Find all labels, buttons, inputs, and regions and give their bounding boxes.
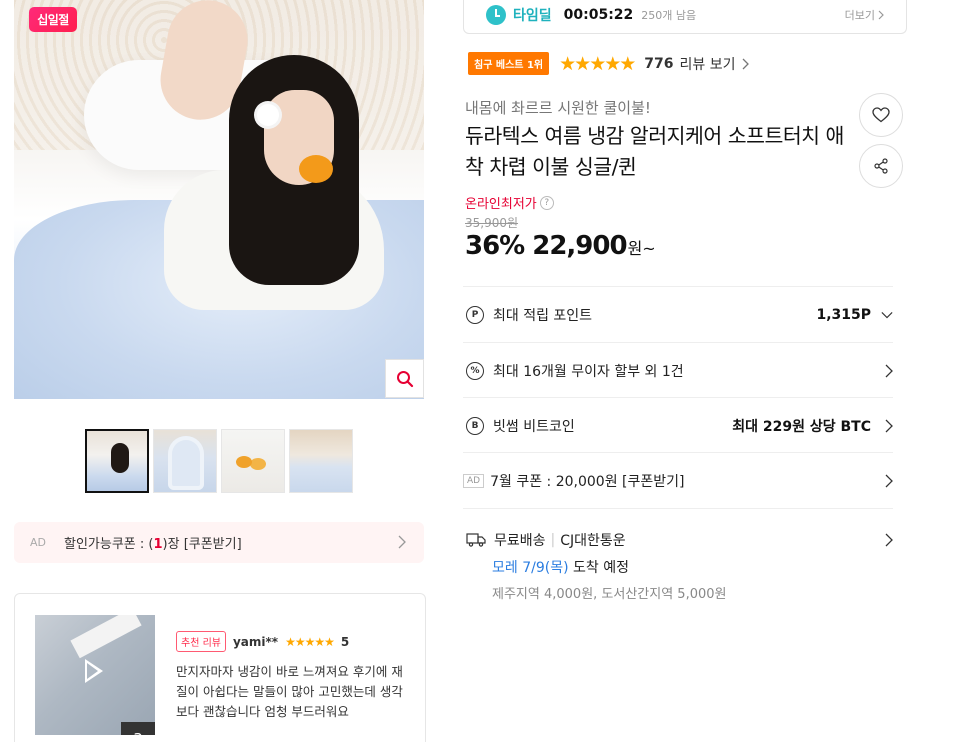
coupon-prefix: 할인가능쿠폰 : (	[64, 537, 154, 552]
percent-icon: %	[466, 361, 484, 380]
share-icon	[874, 158, 888, 174]
media-count: 3	[121, 722, 155, 735]
time-deal-more-link[interactable]: 더보기	[845, 7, 884, 23]
divider: |	[550, 532, 556, 548]
review-video-thumbnail[interactable]: 3	[35, 615, 155, 735]
review-stars: ★★★★★	[285, 634, 335, 649]
review-text: 만지자마자 냉감이 바로 느껴져요 후기에 재질이 아쉽다는 말들이 많아 고민…	[176, 664, 403, 719]
price-label-text: 온라인최저가	[465, 197, 537, 212]
price-unit: 원~	[627, 239, 656, 258]
free-shipping-label: 무료배송	[494, 533, 546, 549]
chevron-right-icon	[885, 364, 893, 377]
sale-event-badge: 십일절	[29, 7, 77, 32]
coupon-count: 1	[153, 537, 163, 552]
review-link-label: 리뷰 보기	[679, 56, 736, 73]
chevron-down-icon	[881, 312, 893, 319]
recommended-badge: 추천 리뷰	[176, 631, 226, 652]
chevron-right-icon	[885, 419, 893, 432]
wishlist-button[interactable]	[859, 93, 903, 137]
sale-price: 22,900	[532, 231, 627, 261]
review-count: 776	[644, 55, 674, 72]
points-value: 1,315P	[816, 307, 871, 323]
arrival-line: 모레 7/9(목) 도착 예정	[492, 557, 893, 577]
rating-row: 침구 베스트 1위 ★★★★★ 776 리뷰 보기	[468, 52, 749, 75]
time-deal-bar: 타임딜 00:05:22 250개 남음 더보기	[463, 0, 907, 34]
original-price: 35,900원	[465, 216, 519, 230]
monthly-coupon-label: 7월 쿠폰 : 20,000원 [쿠폰받기]	[490, 473, 685, 490]
bitcoin-label: 빗썸 비트코인	[493, 418, 575, 435]
flower-decor	[257, 104, 279, 126]
coupon-suffix: )장 [쿠폰받기]	[162, 537, 242, 552]
stock-remaining: 250개 남음	[641, 9, 697, 22]
chevron-right-icon	[878, 10, 884, 20]
extra-shipping-fee: 제주지역 4,000원, 도서산간지역 5,000원	[492, 587, 727, 602]
thumbnail-4[interactable]	[289, 429, 353, 493]
product-subtitle: 내몸에 촤르르 시원한 쿨이불!	[465, 99, 651, 117]
shipping-line: 무료배송 | CJ대한통운	[466, 530, 893, 550]
play-icon	[85, 659, 103, 683]
product-tag-decor	[70, 615, 142, 659]
ad-label: AD	[30, 536, 46, 549]
recommended-review-card[interactable]: 3 추천 리뷰 yami** ★★★★★ 5 만지자마자 냉감이 바로 느껴져요…	[14, 593, 426, 742]
review-link[interactable]: 776 리뷰 보기	[644, 54, 749, 74]
reviewer-name: yami**	[232, 634, 279, 649]
chevron-right-icon	[742, 58, 749, 69]
installment-row[interactable]: % 최대 16개월 무이자 할부 외 1건	[463, 342, 893, 398]
point-icon: P	[466, 306, 484, 324]
installment-label: 최대 16개월 무이자 할부 외 1건	[493, 363, 684, 380]
time-deal-label: 타임딜	[513, 8, 552, 24]
magnifier-icon	[396, 370, 413, 387]
thumbnail-1[interactable]	[85, 429, 149, 493]
carrier-name: CJ대한통운	[560, 533, 626, 549]
share-button[interactable]	[859, 144, 903, 188]
product-main-image	[14, 0, 424, 399]
chevron-right-icon	[398, 535, 406, 549]
thumbnail-strip	[85, 429, 353, 493]
discount-rate: 36%	[465, 231, 525, 261]
truck-icon	[466, 533, 486, 547]
rating-stars: ★★★★★	[559, 52, 636, 75]
points-label: 최대 적립 포인트	[493, 308, 593, 324]
arrival-label: 도착 예정	[573, 560, 629, 576]
bitcoin-value: 최대 229원 상당 BTC	[732, 418, 871, 435]
points-row[interactable]: P 최대 적립 포인트 1,315P	[463, 286, 893, 343]
heart-icon	[872, 107, 890, 123]
sale-price-row: 36% 22,900 원~	[465, 231, 656, 261]
thumbnail-2[interactable]	[153, 429, 217, 493]
question-icon[interactable]: ?	[539, 195, 554, 210]
clock-icon	[486, 5, 506, 25]
coupon-text: 할인가능쿠폰 : (1)장 [쿠폰받기]	[64, 533, 242, 552]
monthly-coupon-row[interactable]: AD 7월 쿠폰 : 20,000원 [쿠폰받기]	[463, 452, 893, 508]
review-score: 5	[340, 634, 350, 649]
category-best-badge: 침구 베스트 1위	[468, 52, 550, 75]
thumbnail-3[interactable]	[221, 429, 285, 493]
bitcoin-row[interactable]: B 빗썸 비트코인 최대 229원 상당 BTC	[463, 397, 893, 453]
bitcoin-icon: B	[466, 416, 484, 435]
review-header: 추천 리뷰 yami** ★★★★★ 5	[176, 631, 349, 652]
discount-coupon-bar[interactable]: AD 할인가능쿠폰 : (1)장 [쿠폰받기]	[14, 522, 424, 563]
lowest-price-label: 온라인최저가 ?	[465, 193, 554, 212]
orange-decor	[299, 155, 333, 183]
shipping-section[interactable]: 무료배송 | CJ대한통운 모레 7/9(목) 도착 예정 제주지역 4,000…	[463, 508, 893, 602]
product-title: 듀라텍스 여름 냉감 알러지케어 소프트터치 애착 차렵 이불 싱글/퀸	[465, 124, 844, 179]
more-label: 더보기	[844, 9, 875, 22]
chevron-right-icon	[885, 474, 893, 487]
zoom-button[interactable]	[385, 359, 424, 398]
chevron-right-icon	[885, 533, 893, 547]
arrival-date: 모레 7/9(목)	[492, 560, 569, 576]
time-deal-countdown: 00:05:22	[563, 7, 634, 23]
ad-label: AD	[463, 473, 485, 488]
